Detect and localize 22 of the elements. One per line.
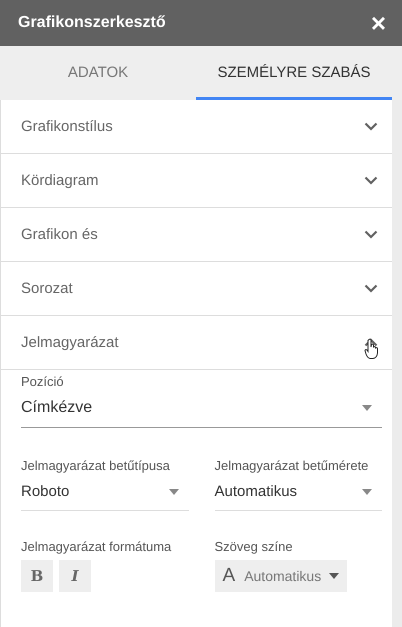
font-dropdown[interactable]: Jelmagyarázat betűtípusa Roboto [21,458,188,511]
italic-button[interactable]: I [59,560,91,592]
text-color-label: Szöveg színe [214,539,294,554]
pointer-cursor-icon [364,338,380,360]
section-header[interactable]: Jelmagyarázat [1,316,392,370]
bold-button[interactable]: B [21,560,53,592]
chevron-icon [364,338,378,347]
font-size-dropdown[interactable]: Jelmagyarázat betűmérete Automatikus [214,458,382,511]
chevron-icon [364,284,378,293]
section-header[interactable]: Grafikon és [1,208,392,262]
text-color-dropdown[interactable]: A Automatikus [214,560,348,592]
position-dropdown[interactable]: Pozíció Címkézve [21,370,382,428]
tab[interactable]: ADATOK [0,46,196,100]
format-label: Jelmagyarázat formátuma [21,539,172,554]
chevron-icon [364,230,378,239]
section-header[interactable]: Grafikonstílus [1,100,392,154]
chevron-icon [364,122,378,131]
close-button[interactable]: × [370,10,386,36]
section-header[interactable]: Sorozat [1,262,392,316]
section-header[interactable]: Kördiagram [1,154,392,208]
chevron-icon [364,176,378,185]
window-title: Grafikonszerkesztő [18,14,166,32]
